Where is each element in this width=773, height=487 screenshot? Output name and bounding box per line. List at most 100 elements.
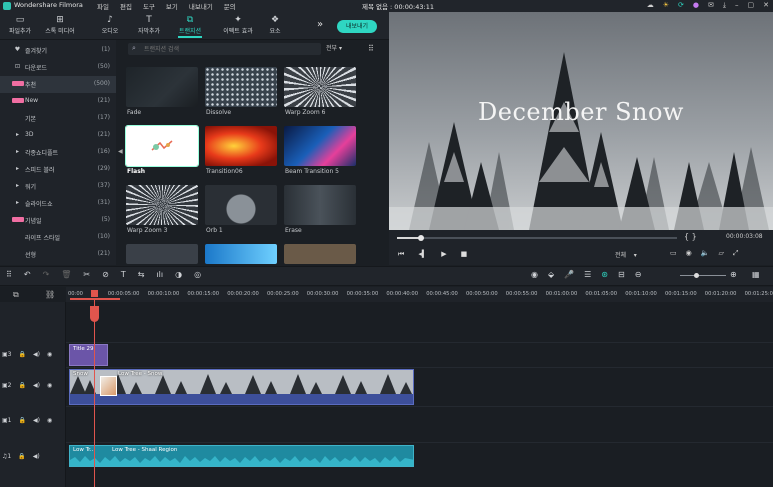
text-tool-icon[interactable]: T [121, 270, 126, 279]
toolbar-media-button[interactable]: ▭ 파일추가 [3, 15, 37, 35]
lock-icon[interactable]: 🔒 [19, 382, 26, 389]
preview-scrubber[interactable] [397, 237, 677, 239]
quality-dropdown[interactable]: 전체 ▾ [615, 250, 637, 259]
collapse-panel-icon[interactable]: ◀ [118, 148, 123, 155]
toolbar-transitions-button[interactable]: ⧉ 트랜지션 [173, 15, 207, 38]
mail-icon[interactable]: ✉ [708, 1, 714, 10]
maximize-icon[interactable]: ▢ [748, 1, 755, 10]
link-icon[interactable]: ⛓ [45, 290, 55, 299]
transition-marker[interactable] [100, 376, 117, 396]
thumb-row4-b[interactable] [205, 244, 277, 264]
category-warp[interactable]: ▸ 워기 (37) [0, 178, 116, 195]
thumb-row4-a[interactable] [126, 244, 198, 264]
filter-dropdown[interactable]: 전부 ▾ [326, 43, 360, 55]
cut-icon[interactable]: ✂ [83, 270, 90, 279]
category-basic[interactable]: 기본 (17) [0, 110, 116, 127]
marker-icon[interactable]: ⬙ [548, 270, 554, 279]
lock-icon[interactable]: 🔒 [18, 453, 25, 460]
thumb-beam-transition-5[interactable] [284, 126, 356, 166]
delete-icon[interactable]: 🗑 [61, 270, 71, 279]
crop-icon[interactable]: ⊘ [102, 270, 109, 279]
fullscreen-icon[interactable]: ⤢ [733, 249, 739, 258]
video-clip[interactable]: Snow Low Tree - Snow [69, 369, 414, 405]
grid-icon[interactable]: ⠿ [6, 270, 12, 279]
work-area-range[interactable] [70, 298, 120, 300]
volume-icon[interactable]: 🔈 [701, 249, 710, 258]
visibility-icon[interactable]: ◉ [47, 351, 52, 358]
stop-icon[interactable]: ■ [461, 250, 468, 259]
play-icon[interactable]: ▶ [441, 250, 446, 259]
close-icon[interactable]: ✕ [763, 1, 769, 10]
category-speed-blur[interactable]: ▸ 스피드 블러 (29) [0, 161, 116, 178]
ai-icon[interactable]: ⊛ [601, 270, 608, 279]
zoom-out-icon[interactable]: ⊖ [635, 270, 642, 279]
thumb-transition06[interactable] [205, 126, 277, 166]
export-button[interactable]: 내보내기 [337, 20, 377, 33]
audio-wave-icon[interactable]: ılı [156, 270, 163, 279]
thumb-flash[interactable] [125, 125, 199, 167]
preview-scrubber-handle[interactable] [418, 235, 424, 241]
title-clip[interactable]: Title 29 [69, 344, 108, 366]
mix-icon[interactable]: ☰ [584, 270, 591, 279]
frame-back-icon[interactable]: ◂▍ [418, 250, 427, 259]
category-anniversary[interactable]: 기념일 (5) [0, 212, 116, 229]
render-icon[interactable]: ◉ [531, 270, 538, 279]
category-recommended[interactable]: 추천 (500) [0, 76, 116, 93]
category-slideshow[interactable]: ▸ 슬라이드쇼 (31) [0, 195, 116, 212]
search-input[interactable] [144, 44, 314, 54]
snapshot-tl-icon[interactable]: ⊟ [618, 270, 625, 279]
thumb-orb-1[interactable] [205, 185, 277, 225]
visibility-icon[interactable]: ◉ [47, 382, 52, 389]
playhead-top[interactable] [91, 290, 98, 297]
zoom-slider-handle[interactable] [694, 273, 699, 278]
menu-view[interactable]: 보기 [166, 1, 178, 11]
mark-in-out[interactable]: { } [684, 232, 697, 241]
menu-file[interactable]: 파일 [97, 1, 109, 11]
mute-icon[interactable]: ◀) [33, 382, 40, 389]
redo-icon[interactable]: ↷ [43, 270, 50, 279]
toolbar-titles-button[interactable]: T 자막추가 [132, 15, 166, 35]
mute-icon[interactable]: ◀) [33, 453, 40, 460]
menu-export[interactable]: 내보내기 [189, 1, 213, 11]
mute-icon[interactable]: ◀) [33, 417, 40, 424]
audio-clip[interactable]: Low Tr... Low Tree - Shaal Region [69, 445, 414, 467]
menu-tools[interactable]: 도구 [143, 1, 155, 11]
zoom-slider[interactable] [680, 275, 726, 276]
category-linear[interactable]: 선형 (21) [0, 246, 116, 263]
thumb-warp-zoom-6[interactable] [284, 67, 356, 107]
more-tools-icon[interactable]: » [317, 19, 323, 30]
thumb-warp-zoom-3[interactable] [126, 185, 198, 225]
grid-view-icon[interactable]: ⠿ [368, 44, 374, 53]
toolbar-audio-button[interactable]: ♪ 오디오 [93, 15, 127, 35]
menu-contact[interactable]: 문의 [224, 1, 236, 11]
thumb-dissolve[interactable] [205, 67, 277, 107]
thumb-fade[interactable] [126, 67, 198, 107]
thumb-row4-c[interactable] [284, 244, 356, 264]
step-back-icon[interactable]: ⏮ [398, 250, 404, 259]
playhead-handle[interactable] [90, 306, 99, 322]
account-icon[interactable]: ● [693, 1, 699, 10]
snapshot-icon[interactable]: ◉ [686, 249, 692, 258]
mic-icon[interactable]: 🎤 [564, 270, 574, 279]
add-track-icon[interactable]: ⧉ [13, 290, 19, 300]
cloud-icon[interactable]: ☁ [647, 1, 654, 10]
visibility-icon[interactable]: ◉ [47, 417, 52, 424]
category-misc[interactable]: ▸ 각종쇼디플트 (16) [0, 144, 116, 161]
sun-icon[interactable]: ☀ [663, 1, 669, 10]
thumb-erase[interactable] [284, 185, 356, 225]
speed-icon[interactable]: ◎ [194, 270, 201, 279]
search-box[interactable]: ⌕ [128, 43, 321, 55]
toolbar-effects-button[interactable]: ✦ 이펙트 효과 [218, 15, 258, 35]
monitor-icon[interactable]: ▭ [670, 249, 677, 258]
lock-icon[interactable]: 🔒 [19, 417, 26, 424]
category-favorites[interactable]: ♥ 즐겨찾기 (1) [0, 42, 116, 59]
color-icon[interactable]: ◑ [175, 270, 182, 279]
category-downloads[interactable]: ⊡ 다운로드 (50) [0, 59, 116, 76]
timeline-settings-icon[interactable]: ▦ [752, 270, 760, 279]
toolbar-elements-button[interactable]: ❖ 요소 [258, 15, 292, 35]
adjust-icon[interactable]: ⇆ [138, 270, 145, 279]
minimize-icon[interactable]: – [735, 1, 739, 10]
folder-icon[interactable]: ▱ [718, 249, 723, 258]
toolbar-stock-button[interactable]: ⊞ 스톡 미디어 [43, 15, 77, 35]
category-new[interactable]: New (21) [0, 93, 116, 110]
